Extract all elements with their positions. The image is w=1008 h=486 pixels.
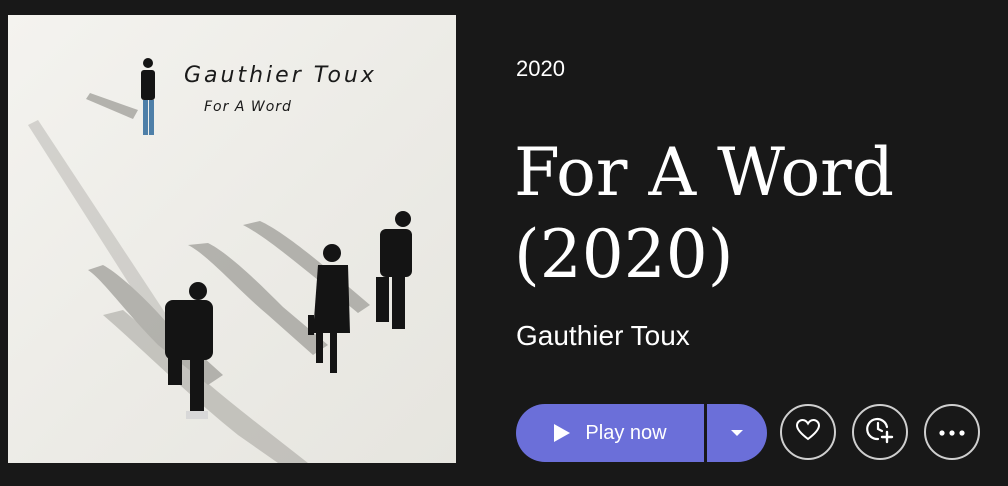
chevron-down-icon <box>730 424 744 442</box>
play-icon <box>553 423 571 443</box>
play-now-button[interactable]: Play now <box>516 404 704 462</box>
artist-link[interactable]: Gauthier Toux <box>516 320 690 352</box>
cover-figure <box>141 58 155 135</box>
play-now-label: Play now <box>585 421 667 444</box>
play-options-dropdown[interactable] <box>707 404 767 462</box>
more-options-button[interactable] <box>924 404 980 460</box>
listen-later-button[interactable] <box>852 404 908 460</box>
favorite-button[interactable] <box>780 404 836 460</box>
album-cover[interactable]: Gauthier Toux For A Word <box>8 15 456 463</box>
heart-icon <box>795 418 821 447</box>
album-year: 2020 <box>516 56 565 81</box>
album-page: Gauthier Toux For A Word 2020 For A Word… <box>0 0 1008 486</box>
play-button-group: Play now <box>516 404 767 462</box>
cover-artist-text: Gauthier Toux <box>184 63 377 88</box>
more-dots-icon <box>939 423 965 441</box>
album-title: For A Word (2020) <box>514 134 894 293</box>
cover-title-text: For A Word <box>204 99 292 115</box>
clock-plus-icon <box>865 415 895 450</box>
